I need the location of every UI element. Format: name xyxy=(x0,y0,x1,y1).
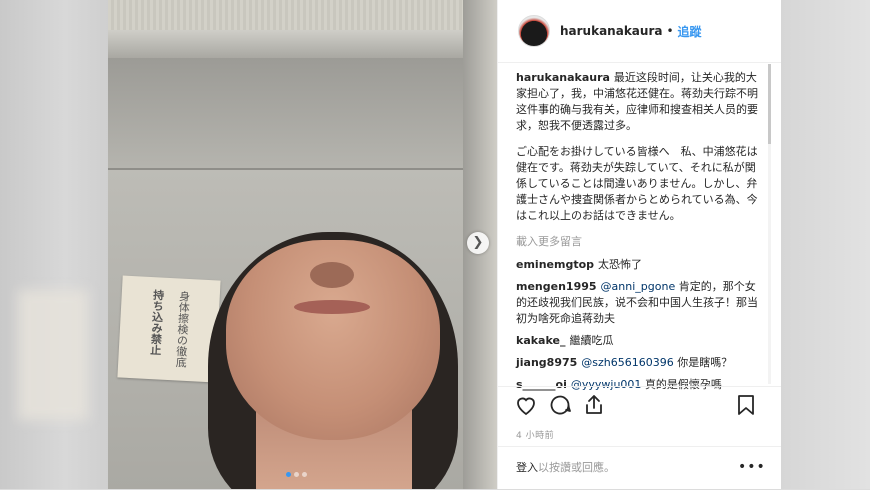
comment-mention[interactable]: @szh656160396 xyxy=(581,356,673,369)
comment-text: 你是瞎嗎？ xyxy=(677,356,733,369)
mouth xyxy=(294,300,370,314)
header-separator: • xyxy=(666,24,674,38)
post-header: harukanakaura • 追蹤 xyxy=(498,0,781,63)
comment: jiang8975 @szh656160396 你是瞎嗎？ xyxy=(516,355,764,371)
login-to-comment[interactable]: 登入以按讚或回應。 xyxy=(516,459,726,475)
paper-text-1: 身体擦検の徹底 xyxy=(174,290,192,368)
bookmark-icon xyxy=(738,395,754,415)
recess xyxy=(108,58,468,168)
edge-line xyxy=(108,168,468,170)
comments-list: harukanakaura 最近这段时间，让关心我的大家担心了，我，中浦悠花还健在… xyxy=(516,70,764,391)
comment-username[interactable]: eminemgtop xyxy=(516,258,594,271)
comment-mention[interactable]: @anni_pgone xyxy=(601,280,676,293)
action-bar xyxy=(498,386,781,427)
share-button[interactable] xyxy=(582,393,606,421)
like-button[interactable] xyxy=(514,393,538,421)
comment-text: 太恐怖了 xyxy=(598,258,643,271)
ceiling xyxy=(108,0,497,30)
next-photo-button[interactable]: ❯ xyxy=(467,232,489,254)
login-link[interactable]: 登入 xyxy=(516,461,538,474)
blurred-paper xyxy=(18,290,88,420)
comment-username[interactable]: mengen1995 xyxy=(516,280,597,293)
post-photo[interactable]: 身体擦検の徹底 持ち込み禁止 xyxy=(108,0,497,489)
comments-scrollbar[interactable] xyxy=(768,64,771,384)
paper-text-2: 持ち込み禁止 xyxy=(148,289,166,356)
comment: eminemgtop 太恐怖了 xyxy=(516,257,764,273)
carousel-dot xyxy=(294,472,299,477)
comment-text: 繼續吃瓜 xyxy=(569,334,614,347)
carousel-dots xyxy=(286,472,307,477)
nose xyxy=(310,262,354,288)
header-username[interactable]: harukanakaura xyxy=(560,24,662,38)
more-options-button[interactable]: ••• xyxy=(738,459,766,475)
caption-username[interactable]: harukanakaura xyxy=(516,71,610,84)
wall-notice-paper: 身体擦検の徹底 持ち込み禁止 xyxy=(117,275,221,383)
carousel-dot xyxy=(302,472,307,477)
scrollbar-thumb[interactable] xyxy=(768,64,771,144)
load-more-comments[interactable]: 載入更多留言 xyxy=(516,234,764,250)
avatar[interactable] xyxy=(518,15,550,47)
comment: kakake_ 繼續吃瓜 xyxy=(516,333,764,349)
add-comment-bar: 登入以按讚或回應。 ••• xyxy=(498,446,781,490)
comment-username[interactable]: jiang8975 xyxy=(516,356,577,369)
save-button[interactable] xyxy=(734,393,758,421)
caption: harukanakaura 最近这段时间，让关心我的大家担心了，我，中浦悠花还健在… xyxy=(516,70,764,134)
post-side-panel: harukanakaura • 追蹤 harukanakaura 最近这段时间，让… xyxy=(497,0,781,489)
comment-button[interactable] xyxy=(548,393,572,421)
heart-icon xyxy=(517,397,535,416)
blurred-background-right xyxy=(780,0,870,489)
comment: mengen1995 @anni_pgone 肯定的，那个女的还歧视我们民族，说不… xyxy=(516,279,764,327)
blurred-background-left xyxy=(0,0,108,489)
share-icon xyxy=(586,395,602,414)
ledge xyxy=(108,30,468,58)
login-prompt-text: 以按讚或回應。 xyxy=(538,461,615,474)
carousel-dot-active xyxy=(286,472,291,477)
caption-ja: ご心配をお掛けしている皆様へ 私、中浦悠花は健在です。蒋劲夫が失踪していて、それ… xyxy=(516,145,758,222)
chevron-right-icon: ❯ xyxy=(472,235,484,250)
comment-icon xyxy=(550,395,571,415)
post-timestamp: 4 小時前 xyxy=(516,431,555,441)
follow-button[interactable]: 追蹤 xyxy=(678,23,702,40)
comment-username[interactable]: kakake_ xyxy=(516,334,565,347)
